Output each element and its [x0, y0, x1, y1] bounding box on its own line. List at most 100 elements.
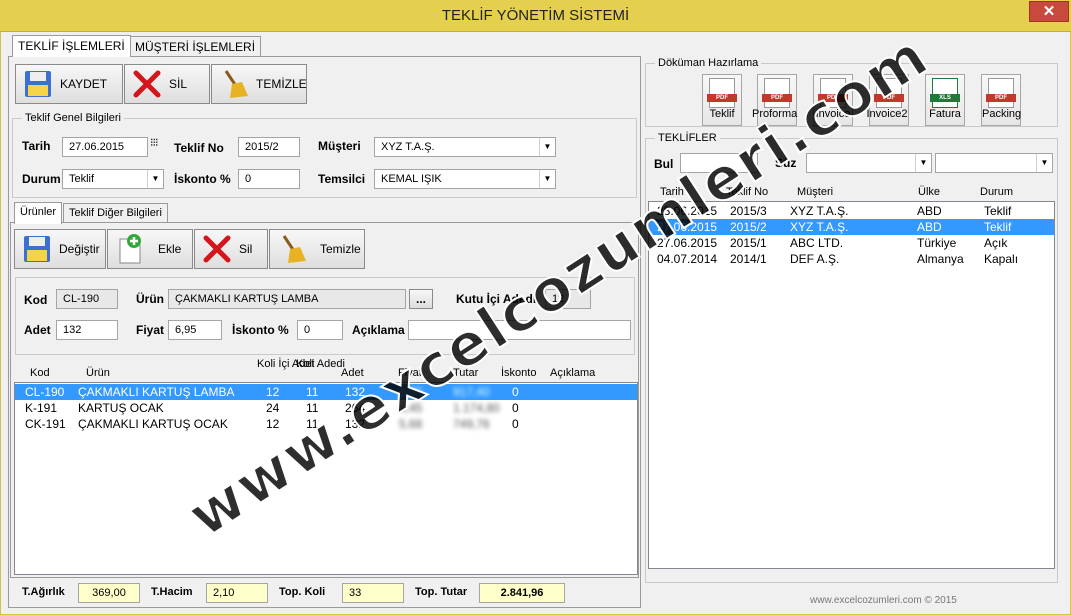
tab-musteri-islemleri[interactable]: MÜŞTERİ İŞLEMLERİ	[129, 36, 262, 56]
col-kod[interactable]: Kod	[30, 367, 50, 379]
product-clear-button[interactable]: Temizle	[269, 229, 365, 269]
row-total: 1.174,80	[453, 401, 500, 415]
product-discount-field[interactable]: 0	[297, 320, 343, 340]
product-clear-label: Temizle	[320, 242, 361, 256]
col-tutar[interactable]: Tutar	[453, 367, 478, 379]
col-fiyat[interactable]: Fiyat	[398, 367, 422, 379]
clear-label: TEMİZLE	[256, 77, 307, 91]
close-button[interactable]: ✕	[1029, 1, 1069, 22]
col-ulke[interactable]: Ülke	[918, 186, 940, 198]
rep-label: Temsilci	[318, 172, 366, 186]
status-combo[interactable]: Teklif ▼	[62, 169, 164, 189]
table-row[interactable]: CL-190 ÇAKMAKLI KARTUŞ LAMBA 12 11 132 6…	[15, 384, 637, 400]
box-qty-field[interactable]: 12	[545, 289, 591, 309]
col-tarih[interactable]: Tarih	[660, 186, 684, 198]
browse-button[interactable]: ...	[409, 289, 433, 309]
broom-icon	[224, 70, 248, 98]
add-label: Ekle	[158, 242, 182, 256]
col-durum[interactable]: Durum	[980, 186, 1013, 198]
row-box-qty: 12	[266, 385, 280, 399]
col-koli-ici-adet[interactable]: Koli İçi Adet	[257, 359, 314, 370]
col-adet[interactable]: Adet	[341, 367, 364, 379]
product-list[interactable]: CL-190 ÇAKMAKLI KARTUŞ LAMBA 12 11 132 6…	[14, 382, 638, 575]
proforma-doc-label: Proforma	[752, 108, 798, 120]
excel-icon: XLS	[930, 78, 960, 108]
proforma-doc-button[interactable]: PDF Proforma	[752, 74, 797, 126]
date-field[interactable]: 27.06.2015	[62, 137, 148, 157]
row-boxes: 11	[306, 385, 319, 399]
boxes-label: Top. Koli	[279, 586, 326, 598]
filter-combo-1[interactable]: ▼	[806, 153, 932, 173]
tab-teklif-diger[interactable]: Teklif Diğer Bilgileri	[63, 203, 168, 223]
row-total: 917,40	[453, 385, 490, 399]
chevron-down-icon[interactable]: ▼	[1036, 154, 1052, 172]
filter-label: Süz	[775, 156, 797, 170]
col-koli-adedi[interactable]: Koli Adedi	[296, 359, 345, 370]
table-row[interactable]: K-191 KARTUŞ OCAK 24 11 264 4,45 1.174,8…	[15, 400, 637, 416]
customer-combo[interactable]: XYZ T.A.Ş. ▼	[374, 137, 556, 157]
change-button[interactable]: Değiştir	[14, 229, 106, 269]
offer-no: 2015/1	[730, 236, 767, 250]
note-field[interactable]	[408, 320, 631, 340]
discount-field[interactable]: 0	[238, 169, 300, 189]
col-teklif-no[interactable]: Teklif No	[726, 186, 768, 198]
weight-field: 369,00	[78, 583, 140, 603]
product-delete-button[interactable]: Sil	[194, 229, 268, 269]
offer-no-label: Teklif No	[174, 141, 224, 155]
col-iskonto[interactable]: İskonto	[501, 367, 536, 379]
qty-label: Adet	[24, 323, 51, 337]
tab-urunler[interactable]: Ürünler	[14, 202, 63, 224]
list-item[interactable]: 27.06.2015 2015/1 ABC LTD. Türkiye Açık	[649, 235, 1054, 251]
document-group-title: Döküman Hazırlama	[655, 57, 762, 69]
tab-teklif-islemleri[interactable]: TEKLİF İŞLEMLERİ	[12, 35, 131, 57]
fatura-doc-button[interactable]: XLS Fatura	[925, 74, 965, 126]
offer-country: ABD	[917, 204, 942, 218]
col-musteri[interactable]: Müşteri	[797, 186, 833, 198]
chevron-down-icon[interactable]: ▼	[539, 170, 555, 188]
save-button[interactable]: KAYDET	[15, 64, 123, 104]
invoice-doc-button[interactable]: PDF Invoice	[813, 74, 853, 126]
row-price: 6,95	[399, 385, 423, 399]
offer-customer: DEF A.Ş.	[790, 252, 840, 266]
code-field[interactable]: CL-190	[56, 289, 118, 309]
invoice2-doc-button[interactable]: PDF Invoice2	[867, 74, 909, 126]
filter-combo-2[interactable]: ▼	[935, 153, 1053, 173]
row-discount: 0	[512, 385, 519, 399]
fatura-doc-label: Fatura	[929, 108, 961, 120]
list-item[interactable]: 04.07.2014 2014/1 DEF A.Ş. Almanya Kapal…	[649, 251, 1054, 267]
teklif-doc-label: Teklif	[709, 108, 735, 120]
find-input[interactable]	[680, 153, 758, 173]
teklif-doc-button[interactable]: PDF Teklif	[702, 74, 742, 126]
qty-field[interactable]: 132	[56, 320, 118, 340]
save-label: KAYDET	[60, 77, 108, 91]
customer-value: XYZ T.A.Ş.	[381, 141, 435, 153]
chevron-down-icon[interactable]: ▼	[539, 138, 555, 156]
row-box-qty: 12	[266, 417, 280, 431]
clear-button[interactable]: TEMİZLE	[211, 64, 307, 104]
packing-doc-button[interactable]: PDF Packing	[981, 74, 1021, 126]
table-row[interactable]: CK-191 ÇAKMAKLI KARTUŞ OCAK 12 11 132 5,…	[15, 416, 637, 432]
offer-no-field[interactable]: 2015/2	[238, 137, 300, 157]
add-button[interactable]: Ekle	[107, 229, 193, 269]
offer-country: Türkiye	[917, 236, 957, 250]
delete-button[interactable]: SİL	[124, 64, 210, 104]
price-field[interactable]: 6,95	[168, 320, 222, 340]
note-label: Açıklama	[352, 323, 405, 337]
rep-combo[interactable]: KEMAL IŞIK ▼	[374, 169, 556, 189]
col-aciklama[interactable]: Açıklama	[550, 367, 595, 379]
chevron-down-icon[interactable]: ▼	[915, 154, 931, 172]
list-item[interactable]: 28.06.2015 2015/3 XYZ T.A.Ş. ABD Teklif	[649, 203, 1054, 219]
offers-list[interactable]: 28.06.2015 2015/3 XYZ T.A.Ş. ABD Teklif …	[648, 201, 1055, 569]
volume-field: 2,10	[206, 583, 268, 603]
col-urun[interactable]: Ürün	[86, 367, 110, 379]
date-picker-icon[interactable]: ⁝⁝⁝	[150, 136, 158, 149]
offer-country: ABD	[917, 220, 942, 234]
row-discount: 0	[512, 401, 519, 415]
row-discount: 0	[512, 417, 519, 431]
offer-no: 2014/1	[730, 252, 767, 266]
row-qty: 264	[345, 401, 366, 415]
footer-credit: www.excelcozumleri.com © 2015	[810, 595, 957, 606]
list-item[interactable]: 27.06.2015 2015/2 XYZ T.A.Ş. ABD Teklif	[649, 219, 1054, 235]
product-field[interactable]: ÇAKMAKLI KARTUŞ LAMBA	[168, 289, 406, 309]
chevron-down-icon[interactable]: ▼	[147, 170, 163, 188]
